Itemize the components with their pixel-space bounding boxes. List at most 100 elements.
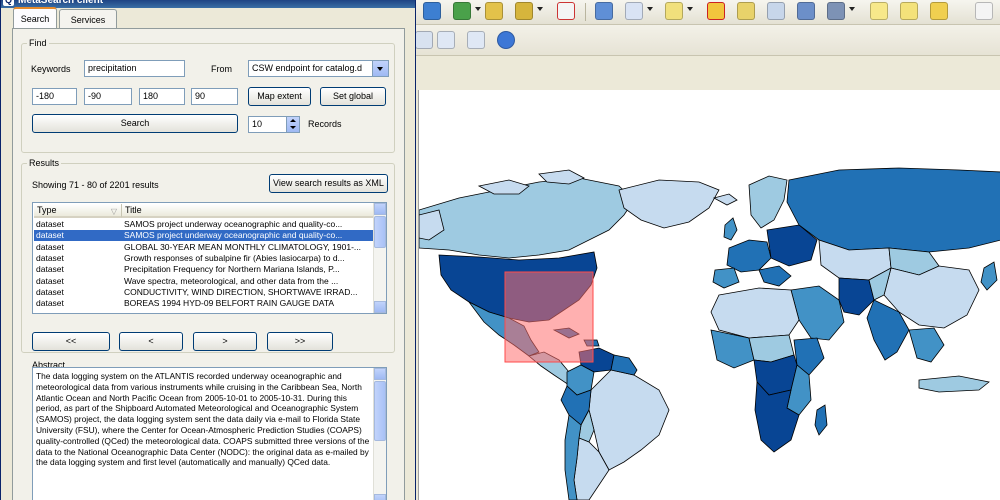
map-toolbar-strip bbox=[415, 56, 1000, 90]
from-label: From bbox=[211, 64, 232, 74]
row-title: Wave spectra, meteorological, and other … bbox=[124, 275, 339, 286]
scroll-down-icon[interactable] bbox=[374, 301, 386, 313]
scroll-up-icon[interactable] bbox=[374, 203, 386, 215]
map-region-iceland bbox=[712, 193, 738, 206]
row-type: dataset bbox=[36, 219, 64, 229]
abstract-scrollbar[interactable] bbox=[373, 368, 386, 500]
table-icon[interactable] bbox=[737, 2, 755, 20]
qgis-app-icon: Q bbox=[3, 0, 14, 6]
column-header-type[interactable]: Type ▽ bbox=[34, 204, 122, 218]
abstract-textbox[interactable]: The data logging system on the ATLANTIS … bbox=[32, 367, 387, 500]
dialog-titlebar[interactable]: Q MetaSearch client bbox=[1, 0, 415, 8]
row-type: dataset bbox=[36, 241, 64, 252]
abstract-text: The data logging system on the ATLANTIS … bbox=[36, 371, 370, 468]
from-combo[interactable]: CSW endpoint for catalog.d bbox=[248, 60, 389, 77]
table-row[interactable]: dataset Precipitation Frequency for North… bbox=[34, 264, 374, 275]
edit-icon[interactable] bbox=[515, 2, 533, 20]
chevron-down-icon[interactable] bbox=[687, 7, 693, 11]
map-region-iran bbox=[838, 277, 875, 316]
chevron-down-icon[interactable] bbox=[647, 7, 653, 11]
map-region-japan bbox=[980, 261, 998, 291]
set-global-button[interactable]: Set global bbox=[320, 87, 386, 106]
filter-icon[interactable] bbox=[707, 2, 725, 20]
digitize-icon[interactable] bbox=[485, 2, 503, 20]
tab-search[interactable]: Search bbox=[13, 7, 57, 29]
search-extent-rectangle bbox=[504, 271, 594, 363]
tag-icon[interactable] bbox=[930, 2, 948, 20]
chevron-down-icon[interactable] bbox=[372, 61, 388, 76]
find-group-title: Find bbox=[27, 38, 49, 48]
refresh-icon[interactable] bbox=[497, 31, 515, 49]
spin-buttons[interactable] bbox=[286, 117, 299, 132]
world-choropleth-map[interactable] bbox=[419, 90, 1000, 500]
zoom-next-icon[interactable] bbox=[467, 31, 485, 49]
map-region-greenland bbox=[618, 179, 720, 229]
records-label: Records bbox=[308, 119, 342, 129]
bbox-minx-input[interactable]: -180 bbox=[32, 88, 77, 105]
zoom-last-icon[interactable] bbox=[437, 31, 455, 49]
add-raster-icon[interactable] bbox=[453, 2, 471, 20]
chevron-down-icon[interactable] bbox=[537, 7, 543, 11]
map-region-balkans bbox=[758, 265, 792, 287]
scroll-down-icon[interactable] bbox=[374, 494, 386, 500]
help-icon[interactable] bbox=[975, 2, 993, 20]
bbox-miny-input[interactable]: -90 bbox=[84, 88, 132, 105]
bbox-maxx-input[interactable]: 180 bbox=[139, 88, 185, 105]
table-row[interactable]: dataset GLOBAL 30-YEAR MEAN MONTHLY CLIMA… bbox=[34, 242, 374, 253]
keywords-input[interactable]: precipitation bbox=[84, 60, 185, 77]
label-icon[interactable] bbox=[900, 2, 918, 20]
search-button[interactable]: Search bbox=[32, 114, 238, 133]
chevron-up-icon[interactable] bbox=[290, 119, 296, 122]
map-region-scandinavia bbox=[748, 175, 788, 229]
prev-page-button[interactable]: < bbox=[119, 332, 183, 351]
select-icon[interactable] bbox=[665, 2, 683, 20]
scroll-thumb[interactable] bbox=[374, 381, 386, 441]
last-page-button[interactable]: >> bbox=[267, 332, 333, 351]
bbox-maxy-input[interactable]: 90 bbox=[191, 88, 238, 105]
first-page-button[interactable]: << bbox=[32, 332, 110, 351]
table-row[interactable]: dataset Wave spectra, meteorological, and… bbox=[34, 276, 374, 287]
stats-icon[interactable] bbox=[797, 2, 815, 20]
map-canvas[interactable] bbox=[418, 90, 1000, 500]
view-xml-button[interactable]: View search results as XML bbox=[269, 174, 388, 193]
row-title: GLOBAL 30-YEAR MEAN MONTHLY CLIMATOLOGY,… bbox=[124, 241, 361, 252]
map-extent-button[interactable]: Map extent bbox=[248, 87, 311, 106]
row-type: dataset bbox=[36, 298, 64, 309]
map-region-indonesia bbox=[918, 375, 990, 393]
row-type: dataset bbox=[36, 275, 64, 286]
identify-icon[interactable] bbox=[595, 2, 613, 20]
calculator-icon[interactable] bbox=[767, 2, 785, 20]
scroll-thumb[interactable] bbox=[374, 216, 386, 248]
row-title: BOREAS 1994 HYD-09 BELFORT RAIN GAUGE DA… bbox=[124, 298, 335, 309]
pan-icon[interactable] bbox=[415, 31, 433, 49]
keywords-label: Keywords bbox=[31, 64, 71, 74]
comment-icon[interactable] bbox=[870, 2, 888, 20]
map-region-southeast-asia bbox=[908, 327, 945, 363]
add-vector-icon[interactable] bbox=[423, 2, 441, 20]
next-page-button[interactable]: > bbox=[193, 332, 257, 351]
tab-services[interactable]: Services bbox=[59, 9, 117, 29]
table-row[interactable]: dataset BOREAS 1994 HYD-09 BELFORT RAIN G… bbox=[34, 298, 374, 309]
chevron-down-icon[interactable] bbox=[849, 7, 855, 11]
row-type: dataset bbox=[36, 230, 64, 241]
row-title: SAMOS project underway oceanographic and… bbox=[124, 219, 343, 229]
delete-icon[interactable] bbox=[557, 2, 575, 20]
scroll-up-icon[interactable] bbox=[374, 368, 386, 380]
zoom-icon[interactable] bbox=[625, 2, 643, 20]
table-row[interactable]: dataset CONDUCTIVITY, WIND DIRECTION, SHO… bbox=[34, 287, 374, 298]
table-row[interactable]: dataset SAMOS project underway oceanograp… bbox=[34, 219, 374, 230]
qgis-toolbar-top bbox=[415, 0, 1000, 25]
table-row[interactable]: dataset Growth responses of subalpine fir… bbox=[34, 253, 374, 264]
results-scrollbar[interactable] bbox=[373, 203, 386, 313]
annotation-icon[interactable] bbox=[827, 2, 845, 20]
column-header-title[interactable]: Title bbox=[122, 204, 374, 218]
table-row[interactable]: dataset SAMOS project underway oceanograp… bbox=[33, 229, 375, 243]
row-type: dataset bbox=[36, 286, 64, 297]
chevron-down-icon[interactable] bbox=[290, 126, 296, 129]
row-title: CONDUCTIVITY, WIND DIRECTION, SHORTWAVE … bbox=[124, 286, 358, 297]
map-region-western-europe bbox=[726, 239, 772, 273]
chevron-down-icon[interactable] bbox=[475, 7, 481, 11]
results-table[interactable]: Type ▽ Title dataset SAMOS project underw… bbox=[32, 202, 387, 314]
metasearch-dialog: Q MetaSearch client Search Services Find… bbox=[0, 0, 416, 500]
records-spinbox[interactable]: 10 bbox=[248, 116, 300, 133]
